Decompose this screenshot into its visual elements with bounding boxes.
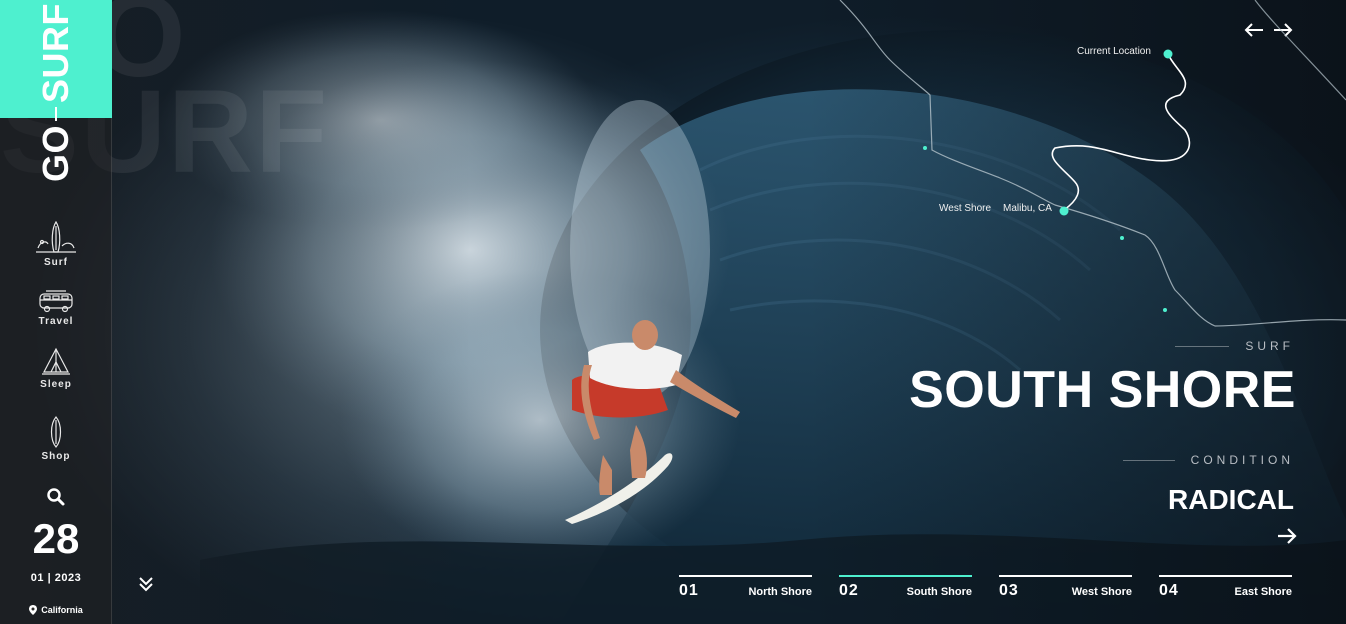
- tab-label: North Shore: [748, 586, 812, 598]
- location-label: California: [41, 605, 83, 615]
- arrow-right-icon: [1278, 528, 1297, 544]
- logo-word-go: GO: [35, 124, 76, 182]
- sidebar-item-label: Sleep: [40, 379, 72, 390]
- sidebar-item-shop[interactable]: Shop: [0, 416, 112, 462]
- map-label-malibu: Malibu, CA: [1003, 203, 1052, 214]
- pin-icon: [29, 605, 38, 615]
- sidebar-item-sleep[interactable]: Sleep: [0, 346, 112, 390]
- logo-word-surf: SURF: [35, 2, 76, 103]
- double-chevron-down-icon: [139, 577, 153, 592]
- sidebar: GO SURF Surf Travel Sleep Shop 28 01 | 2…: [0, 0, 112, 624]
- date-month-year: 01 | 2023: [30, 572, 82, 584]
- tab-number: 03: [999, 582, 1019, 599]
- tab-label: West Shore: [1071, 586, 1132, 598]
- tab-number: 01: [679, 582, 699, 599]
- sidebar-item-label: Travel: [38, 316, 74, 327]
- heading-rule: [1122, 459, 1175, 461]
- tab-number: 02: [839, 582, 859, 599]
- tent-icon: [42, 347, 70, 375]
- tab-label: South Shore: [906, 586, 972, 598]
- sidebar-item-travel[interactable]: Travel: [0, 289, 112, 327]
- condition-label: CONDITION: [1190, 453, 1294, 467]
- location: California: [0, 605, 112, 615]
- page-title: SOUTH SHORE: [909, 361, 1296, 419]
- search-button[interactable]: [46, 487, 66, 507]
- heading-rule: [1175, 345, 1230, 347]
- category-heading: SURF: [1175, 339, 1294, 353]
- date-day: 28: [32, 515, 80, 562]
- tab-north-shore[interactable]: 01 North Shore: [679, 575, 812, 605]
- van-icon: [39, 290, 73, 313]
- sidebar-item-label: Shop: [41, 451, 71, 462]
- tab-east-shore[interactable]: 04 East Shore: [1159, 575, 1292, 605]
- map-label-current-location: Current Location: [1077, 46, 1151, 57]
- tab-number: 04: [1159, 582, 1179, 599]
- logo[interactable]: GO SURF: [35, 2, 76, 182]
- tab-west-shore[interactable]: 03 West Shore: [999, 575, 1132, 605]
- search-icon: [47, 488, 65, 506]
- tab-label: East Shore: [1234, 586, 1292, 598]
- surfboard-icon: [50, 416, 62, 448]
- explore-button[interactable]: [1277, 527, 1297, 545]
- map-label-west-shore: West Shore: [939, 203, 992, 214]
- logo-separator: [55, 106, 57, 121]
- tab-south-shore[interactable]: 02 South Shore: [839, 575, 972, 605]
- surf-icon: [36, 220, 76, 253]
- sidebar-item-surf[interactable]: Surf: [0, 220, 112, 268]
- category-label: SURF: [1245, 339, 1294, 353]
- condition-heading: CONDITION: [1122, 453, 1294, 467]
- scroll-down-button[interactable]: [136, 574, 156, 594]
- coast-map: Current Location West Shore Malibu, CA: [830, 0, 1346, 340]
- condition-value: RADICAL: [1168, 484, 1294, 515]
- sidebar-item-label: Surf: [44, 257, 68, 268]
